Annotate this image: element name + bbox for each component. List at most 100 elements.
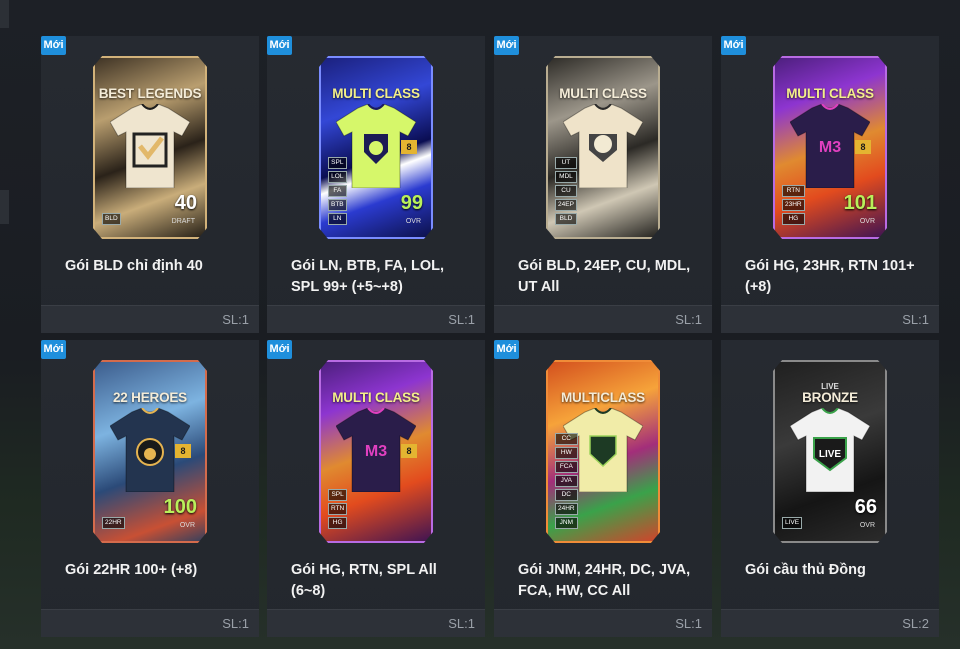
pack-footer: SL:1: [721, 305, 939, 333]
pack-quantity: SL:1: [902, 312, 929, 327]
class-tag-list: BLD: [102, 211, 121, 225]
card-title: BEST LEGENDS: [98, 86, 202, 101]
pack-card-image: MULTI CLASS M3 8 RTN 23HR HG 101 OVR: [773, 56, 887, 239]
card-title: MULTI CLASS: [786, 86, 874, 101]
pack-quantity: SL:1: [222, 616, 249, 631]
pack-footer: SL:2: [721, 609, 939, 637]
class-tag: JVA: [555, 475, 578, 487]
pack-name: Gói HG, RTN, SPL All (6~8): [291, 562, 437, 599]
left-edge-bar: [0, 0, 9, 28]
pack-tile[interactable]: Mới MULTI CLASS UT MDL CU 24EP BLD Gói BLD, …: [494, 36, 712, 333]
class-tag: RTN: [782, 185, 805, 197]
class-tag-list: SPL LOL FA BTB LN: [328, 155, 347, 225]
card-ovr-label: OVR: [859, 522, 875, 529]
pack-card-image: LIVE BRONZE LIVE LIVE 66 OVR: [773, 360, 887, 543]
card-ovr: 99: [400, 192, 423, 214]
pack-card-image: MULTI CLASS M3 8 SPL RTN HG: [319, 360, 433, 543]
svg-text:LIVE: LIVE: [819, 449, 842, 460]
pack-card-image: MULTI CLASS 8 SPL LOL FA BTB LN 99 OVR: [319, 56, 433, 239]
class-tag: BLD: [555, 213, 577, 225]
class-tag: HW: [555, 447, 578, 459]
pack-quantity: SL:1: [222, 312, 249, 327]
class-tag: FA: [328, 185, 347, 197]
pack-tile[interactable]: Mới MULTI CLASS M3 8 SPL RTN HG Gói HG, RT…: [267, 340, 485, 637]
class-tag: 24HR: [555, 503, 578, 515]
svg-text:M3: M3: [365, 443, 387, 460]
pack-name: Gói BLD chỉ định 40: [65, 258, 203, 274]
pack-tile[interactable]: Mới BEST LEGENDS BLD 40 DRAFT Gói BLD ch…: [41, 36, 259, 333]
class-tag: LOL: [328, 171, 347, 183]
class-tag-list: LIVE: [782, 515, 803, 529]
card-ovr-label: OVR: [179, 522, 195, 529]
pack-tile[interactable]: Mới 22 HEROES 8 22HR 100 OVR Gói 22HR 10…: [41, 340, 259, 637]
new-badge: Mới: [494, 36, 519, 55]
class-tag: BLD: [102, 213, 121, 225]
pack-tile[interactable]: Mới MULTI CLASS 8 SPL LOL FA BTB LN 99 OVR G…: [267, 36, 485, 333]
class-tag: LIVE: [782, 517, 803, 529]
jersey-icon: [110, 104, 190, 188]
class-tag-list: RTN 23HR HG: [782, 183, 805, 225]
class-tag: JNM: [555, 517, 578, 529]
class-tag: 23HR: [782, 199, 805, 211]
pack-quantity: SL:1: [675, 312, 702, 327]
pack-name: Gói cầu thủ Đồng: [745, 562, 866, 578]
card-ovr: 101: [843, 192, 877, 214]
card-ovr: 40: [174, 192, 197, 214]
card-ovr-label: DRAFT: [171, 218, 195, 225]
new-badge: Mới: [494, 340, 519, 359]
level-badge: 8: [401, 444, 417, 458]
card-ovr: 100: [163, 496, 197, 518]
pack-quantity: SL:1: [448, 616, 475, 631]
level-badge: 8: [855, 140, 871, 154]
level-badge: 8: [175, 444, 191, 458]
pack-card-image: MULTICLASS CC HW FCA JVA DC 24HR JNM: [546, 360, 660, 543]
class-tag: HG: [328, 517, 348, 529]
class-tag: HG: [782, 213, 805, 225]
class-tag: BTB: [328, 199, 347, 211]
pack-card-image: 22 HEROES 8 22HR 100 OVR: [93, 360, 207, 543]
pack-footer: SL:1: [267, 305, 485, 333]
card-title: MULTICLASS: [561, 390, 645, 405]
pack-tile[interactable]: LIVE BRONZE LIVE LIVE 66 OVR Gói cầu thủ…: [721, 340, 939, 637]
new-badge: Mới: [267, 36, 292, 55]
pack-tile[interactable]: Mới MULTI CLASS M3 8 RTN 23HR HG 101 OVR G…: [721, 36, 939, 333]
pack-quantity: SL:2: [902, 616, 929, 631]
class-tag: CC: [555, 433, 578, 445]
card-title: MULTI CLASS: [332, 86, 420, 101]
card-ovr-label: OVR: [405, 218, 421, 225]
class-tag: UT: [555, 157, 577, 169]
pack-footer: SL:1: [494, 305, 712, 333]
pack-footer: SL:1: [41, 609, 259, 637]
jersey-icon: LIVE: [790, 408, 870, 492]
class-tag: CU: [555, 185, 577, 197]
class-tag: LN: [328, 213, 347, 225]
card-title: 22 HEROES: [113, 390, 187, 405]
pack-card-image: BEST LEGENDS BLD 40 DRAFT: [93, 56, 207, 239]
pack-name: Gói HG, 23HR, RTN 101+ (+8): [745, 258, 915, 295]
class-tag: FCA: [555, 461, 578, 473]
pack-quantity: SL:1: [448, 312, 475, 327]
pack-footer: SL:1: [267, 609, 485, 637]
card-title: MULTI CLASS: [332, 390, 420, 405]
pack-name: Gói 22HR 100+ (+8): [65, 562, 198, 578]
pack-card-image: MULTI CLASS UT MDL CU 24EP BLD: [546, 56, 660, 239]
card-ovr-label: OVR: [859, 218, 875, 225]
class-tag-list: SPL RTN HG: [328, 487, 348, 529]
pack-name: Gói JNM, 24HR, DC, JVA, FCA, HW, CC All: [518, 562, 691, 599]
pack-name: Gói LN, BTB, FA, LOL, SPL 99+ (+5~+8): [291, 258, 445, 295]
pack-quantity: SL:1: [675, 616, 702, 631]
svg-text:M3: M3: [819, 139, 841, 156]
pack-tile[interactable]: Mới MULTICLASS CC HW FCA JVA DC 24HR JNM Gói J…: [494, 340, 712, 637]
class-tag: SPL: [328, 157, 347, 169]
new-badge: Mới: [41, 340, 66, 359]
pack-name: Gói BLD, 24EP, CU, MDL, UT All: [518, 258, 691, 295]
card-ovr: 66: [854, 496, 877, 518]
class-tag: SPL: [328, 489, 348, 501]
card-title: BRONZE: [802, 390, 858, 405]
left-edge-bar: [0, 190, 9, 224]
pack-footer: SL:1: [494, 609, 712, 637]
class-tag: RTN: [328, 503, 348, 515]
level-badge: 8: [401, 140, 417, 154]
class-tag: MDL: [555, 171, 577, 183]
class-tag-list: CC HW FCA JVA DC 24HR JNM: [555, 431, 578, 529]
